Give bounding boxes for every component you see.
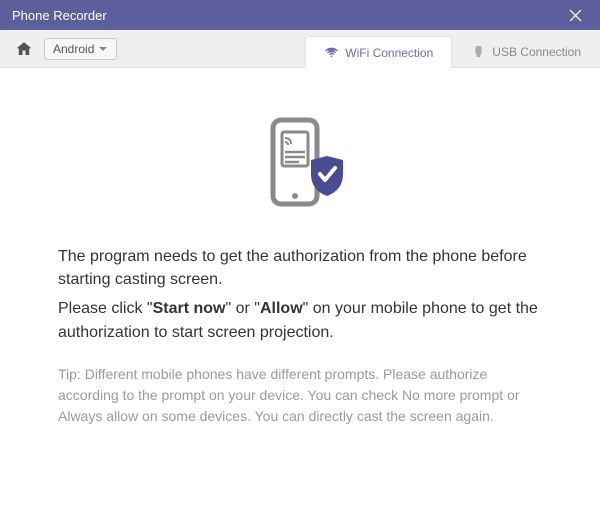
connection-tabs: WiFi Connection USB Connection: [305, 30, 600, 67]
msg-line2: Please click "Start now" or "Allow" on y…: [58, 297, 542, 343]
authorization-message: The program needs to get the authorizati…: [30, 245, 570, 344]
usb-icon: [471, 44, 486, 59]
phone-shield-icon: [255, 116, 345, 216]
device-label: Android: [53, 42, 94, 56]
tab-usb-label: USB Connection: [492, 45, 581, 59]
chevron-down-icon: [98, 44, 108, 54]
toolbar: Android WiFi Connection USB Connection: [0, 30, 600, 68]
wifi-icon: [324, 45, 339, 60]
home-icon: [15, 40, 33, 58]
authorization-illustration: [30, 116, 570, 221]
tip-message: Tip: Different mobile phones have differ…: [30, 364, 570, 427]
close-icon: [569, 9, 582, 22]
start-now-label: Start now: [153, 300, 226, 317]
tab-wifi[interactable]: WiFi Connection: [305, 36, 452, 68]
titlebar: Phone Recorder: [0, 0, 600, 30]
device-dropdown[interactable]: Android: [44, 38, 117, 60]
tab-wifi-label: WiFi Connection: [345, 46, 433, 60]
home-button[interactable]: [12, 37, 36, 61]
allow-label: Allow: [260, 300, 303, 317]
app-title: Phone Recorder: [12, 8, 107, 23]
close-button[interactable]: [560, 0, 590, 30]
content-area: The program needs to get the authorizati…: [0, 68, 600, 523]
msg-line1: The program needs to get the authorizati…: [58, 245, 542, 291]
tab-usb[interactable]: USB Connection: [452, 35, 600, 67]
